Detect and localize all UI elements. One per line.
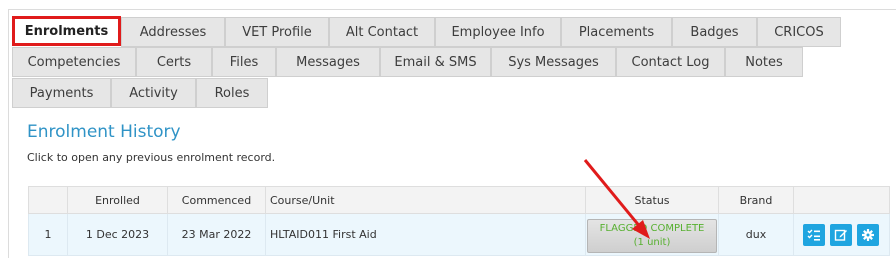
status-units: (1 unit) xyxy=(633,237,671,248)
row-enrolled[interactable]: 1 Dec 2023 xyxy=(68,214,168,256)
col-header-actions xyxy=(794,186,890,214)
tab-roles[interactable]: Roles xyxy=(196,78,268,108)
checklist-icon xyxy=(807,229,820,241)
tab-messages[interactable]: Messages xyxy=(276,47,380,77)
col-header-commenced: Commenced xyxy=(168,186,266,214)
gear-icon xyxy=(862,229,874,241)
edit-icon xyxy=(834,229,847,241)
tab-payments[interactable]: Payments xyxy=(12,78,111,108)
section-subtitle: Click to open any previous enrolment rec… xyxy=(27,151,276,164)
tab-addresses[interactable]: Addresses xyxy=(121,17,225,47)
tab-email-sms[interactable]: Email & SMS xyxy=(380,47,491,77)
checklist-button[interactable] xyxy=(803,224,825,246)
edit-button[interactable] xyxy=(830,224,852,246)
tab-cricos[interactable]: CRICOS xyxy=(757,17,841,47)
section-title: Enrolment History xyxy=(27,122,181,142)
tab-sys-messages[interactable]: Sys Messages xyxy=(491,47,616,77)
tab-alt-contact[interactable]: Alt Contact xyxy=(329,17,435,47)
tab-vet-profile[interactable]: VET Profile xyxy=(225,17,329,47)
tab-badges[interactable]: Badges xyxy=(672,17,757,47)
row-course[interactable]: HLTAID011 First Aid xyxy=(266,214,586,256)
tab-enrolments[interactable]: Enrolments xyxy=(12,16,121,46)
tab-activity[interactable]: Activity xyxy=(111,78,196,108)
tab-certs[interactable]: Certs xyxy=(136,47,212,77)
col-header-course: Course/Unit xyxy=(266,186,586,214)
col-header-brand: Brand xyxy=(719,186,794,214)
tab-contact-log[interactable]: Contact Log xyxy=(616,47,725,77)
col-header-status: Status xyxy=(586,186,719,214)
row-commenced[interactable]: 23 Mar 2022 xyxy=(168,214,266,256)
tab-placements[interactable]: Placements xyxy=(561,17,672,47)
col-header-enrolled: Enrolled xyxy=(68,186,168,214)
row-brand: dux xyxy=(719,214,794,256)
tab-files[interactable]: Files xyxy=(212,47,276,77)
row-number: 1 xyxy=(28,214,68,256)
tab-notes[interactable]: Notes xyxy=(725,47,803,77)
tab-employee-info[interactable]: Employee Info xyxy=(435,17,561,47)
status-button[interactable]: FLAGGED COMPLETE (1 unit) xyxy=(587,219,717,253)
status-label: FLAGGED COMPLETE xyxy=(599,223,705,234)
settings-button[interactable] xyxy=(857,224,879,246)
tab-competencies[interactable]: Competencies xyxy=(12,47,136,77)
col-header-number xyxy=(28,186,68,214)
